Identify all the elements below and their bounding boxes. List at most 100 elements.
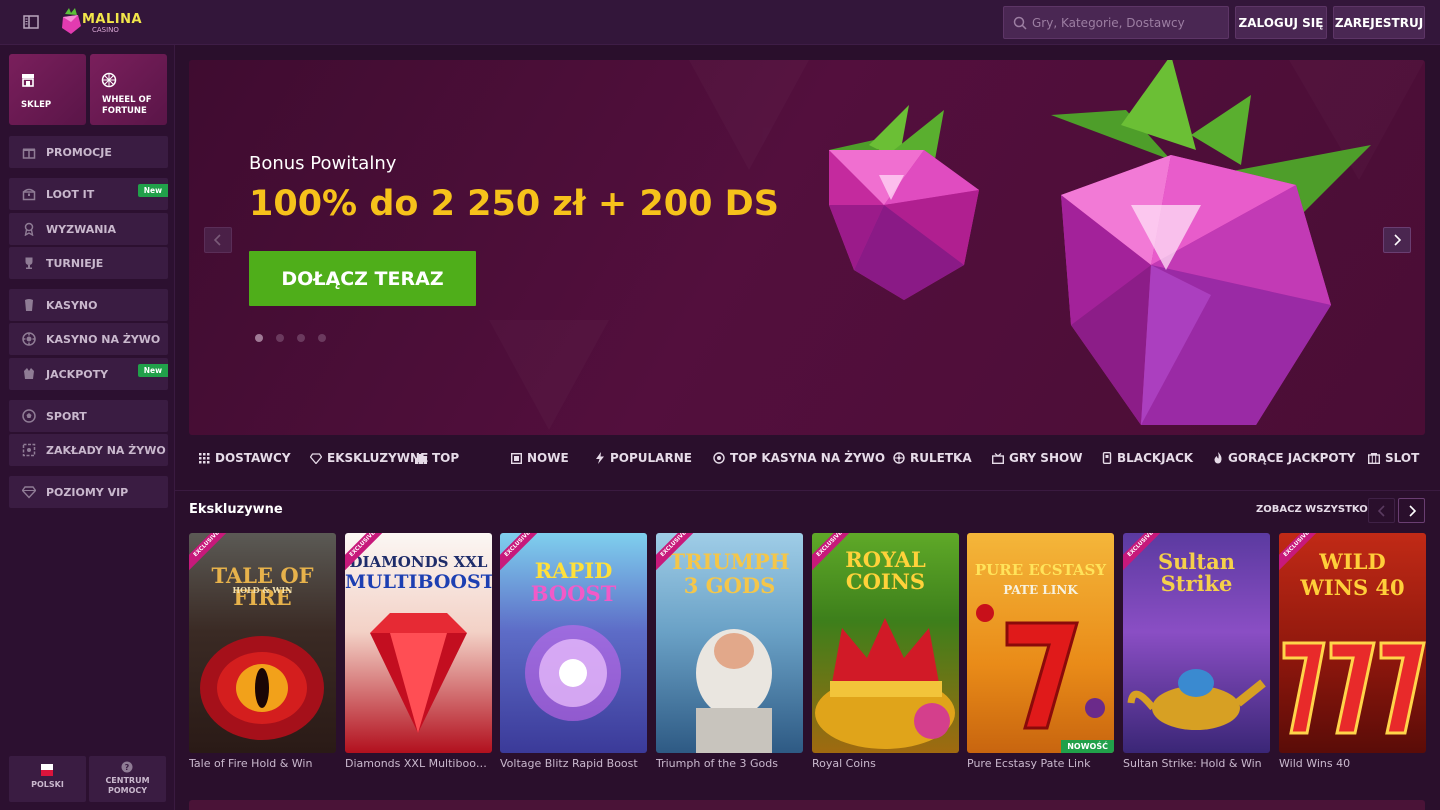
carousel-dot-1[interactable]: [255, 334, 263, 342]
help-label-line1: CENTRUM: [105, 776, 150, 785]
category-dostawcy[interactable]: DOSTAWCY: [199, 451, 291, 465]
see-all-link[interactable]: ZOBACZ WSZYSTKO: [1256, 504, 1368, 515]
trophy-icon: [25, 257, 33, 269]
sidebar-item-loot-it[interactable]: LOOT IT New: [9, 178, 168, 210]
language-label: POLSKI: [31, 780, 64, 789]
search-box[interactable]: [1003, 6, 1229, 39]
carousel-dot-4[interactable]: [318, 334, 326, 342]
category-popularne[interactable]: POPULARNE: [595, 451, 692, 465]
grid-icon: [199, 452, 210, 463]
sidebar-toggle-icon[interactable]: [22, 13, 40, 31]
category-nowe[interactable]: NOWE: [511, 451, 569, 465]
game-name[interactable]: Triumph of the 3 Gods: [656, 757, 803, 770]
game-card-pure-ecstasy[interactable]: PURE ECSTASY PATE LINK NOWOŚĆ: [967, 533, 1114, 753]
chip-icon: [22, 332, 36, 346]
language-button[interactable]: POLSKI: [9, 756, 86, 802]
bolt-icon: [596, 452, 604, 464]
raspberry-logo-icon: [62, 8, 81, 34]
sidebar-item-sport[interactable]: SPORT: [9, 400, 168, 432]
register-button[interactable]: ZAREJESTRUJ: [1333, 6, 1425, 39]
game-name[interactable]: Royal Coins: [812, 757, 959, 770]
category-label: TOP KASYNA NA ŻYWO: [730, 451, 886, 465]
category-top-kasyna-na-zywo[interactable]: TOP KASYNA NA ŻYWO: [713, 451, 885, 465]
carousel-prev-button[interactable]: [204, 227, 232, 253]
logo[interactable]: MALINA CASINO: [60, 8, 150, 36]
game-art-subtitle: Strike: [1160, 571, 1233, 596]
category-slot[interactable]: SLOT: [1368, 451, 1419, 465]
shop-icon: [22, 74, 34, 87]
game-art-subtitle: HOLD & WIN: [232, 585, 293, 595]
help-center-button[interactable]: ? CENTRUM POMOCY: [89, 756, 166, 802]
game-card-rapid-boost[interactable]: RAPID BOOST EXCLUSIVE: [500, 533, 647, 753]
new-badge: New: [137, 364, 168, 377]
game-art-title: Sultan: [1158, 549, 1235, 574]
game-card-royal-coins[interactable]: ROYAL COINS EXCLUSIVE: [812, 533, 959, 753]
sidebar-item-label: PROMOCJE: [46, 145, 112, 159]
sidebar-item-jackpoty[interactable]: JACKPOTY New: [9, 358, 168, 390]
carousel-dot-3[interactable]: [297, 334, 305, 342]
gem-icon: [310, 452, 322, 464]
hero-banner[interactable]: Bonus Powitalny 100% do 2 250 zł + 200 D…: [189, 60, 1425, 435]
category-gry-show[interactable]: GRY SHOW: [992, 451, 1082, 465]
join-now-button[interactable]: DOŁĄCZ TERAZ: [249, 251, 476, 306]
category-top[interactable]: TOP: [415, 451, 459, 465]
game-art-subtitle: WINS 40: [1300, 575, 1405, 600]
cards-icon: [1102, 452, 1112, 464]
shop-tile[interactable]: SKLEP: [9, 54, 86, 125]
section-title-exclusive: Ekskluzywne: [189, 502, 283, 517]
chevron-right-icon: [1408, 504, 1416, 517]
category-label: TOP: [432, 451, 460, 465]
ball-icon: [22, 409, 36, 423]
game-art-subtitle: PATE LINK: [1003, 583, 1078, 597]
game-art-subtitle: MULTIBOOST: [345, 571, 492, 593]
category-blackjack[interactable]: BLACKJACK: [1102, 451, 1193, 465]
game-art-subtitle: BOOST: [530, 581, 617, 606]
carousel-dot-2[interactable]: [276, 334, 284, 342]
search-input[interactable]: [1032, 7, 1224, 38]
sidebar: SKLEP WHEEL OF FORTUNE PROMOCJE LOOT IT …: [0, 45, 175, 810]
game-name[interactable]: Sultan Strike: Hold & Win: [1123, 757, 1270, 770]
sidebar-item-kasyno-na-zywo[interactable]: KASYNO NA ŻYWO: [9, 323, 168, 355]
row-prev-button[interactable]: [1368, 498, 1395, 523]
game-card-diamonds-xxl[interactable]: DIAMONDS XXL MULTIBOOST EXCLUSIVE: [345, 533, 492, 753]
sidebar-item-label: LOOT IT: [46, 187, 95, 201]
sidebar-item-kasyno[interactable]: KASYNO: [9, 289, 168, 321]
sidebar-item-promocje[interactable]: PROMOCJE: [9, 136, 168, 168]
chevron-left-icon: [1377, 504, 1385, 517]
carousel-next-button[interactable]: [1383, 227, 1411, 253]
sidebar-item-turnieje[interactable]: TURNIEJE: [9, 247, 168, 279]
game-name[interactable]: Voltage Blitz Rapid Boost: [500, 757, 647, 770]
category-nav: DOSTAWCY EKSKLUZYWNE TOP NOWE POPULARNE …: [189, 445, 1425, 475]
sidebar-item-wyzwania[interactable]: WYZWANIA: [9, 213, 168, 245]
next-banner-peek: [189, 800, 1425, 810]
sidebar-item-poziomy-vip[interactable]: POZIOMY VIP: [9, 476, 168, 508]
search-icon: [1013, 16, 1027, 30]
game-art-title: PURE ECSTASY: [974, 561, 1107, 579]
game-art-title: WILD: [1319, 549, 1386, 574]
row-next-button[interactable]: [1398, 498, 1425, 523]
hero-title: 100% do 2 250 zł + 200 DS: [249, 184, 779, 224]
game-name[interactable]: Wild Wins 40: [1279, 757, 1426, 770]
chevron-right-icon: [1394, 234, 1401, 246]
game-name[interactable]: Pure Ecstasy Pate Link: [967, 757, 1114, 770]
wheel-of-fortune-tile[interactable]: WHEEL OF FORTUNE: [90, 54, 167, 125]
game-name[interactable]: Diamonds XXL Multiboost: ...: [345, 757, 492, 770]
category-gorace-jackpoty[interactable]: GORĄCE JACKPOTY: [1213, 451, 1356, 465]
new-badge: New: [137, 184, 168, 197]
game-card-tale-of-fire[interactable]: TALE OF FIRE HOLD & WIN EXCLUSIVE: [189, 533, 336, 753]
category-label: RULETKA: [910, 451, 972, 465]
login-button[interactable]: ZALOGUJ SIĘ: [1235, 6, 1327, 39]
game-card-sultan-strike[interactable]: Sultan Strike EXCLUSIVE: [1123, 533, 1270, 753]
category-label: DOSTAWCY: [215, 451, 291, 465]
sidebar-item-zaklady-na-zywo[interactable]: ZAKŁADY NA ŻYWO: [9, 434, 168, 466]
game-art-title: DIAMONDS XXL: [349, 553, 488, 571]
logo-text: MALINA: [82, 12, 143, 27]
game-name[interactable]: Tale of Fire Hold & Win: [189, 757, 336, 770]
game-card-wild-wins-40[interactable]: WILD WINS 40 EXCLUSIVE: [1279, 533, 1426, 753]
shop-label: SKLEP: [21, 100, 52, 110]
category-ruletka[interactable]: RULETKA: [893, 451, 972, 465]
game-art-title: RAPID: [534, 558, 613, 583]
category-ekskluzywne[interactable]: EKSKLUZYWNE: [310, 451, 428, 465]
game-card-triumph-3-gods[interactable]: TRIUMPH 3 GODS EXCLUSIVE: [656, 533, 803, 753]
sidebar-item-label: SPORT: [46, 409, 87, 423]
